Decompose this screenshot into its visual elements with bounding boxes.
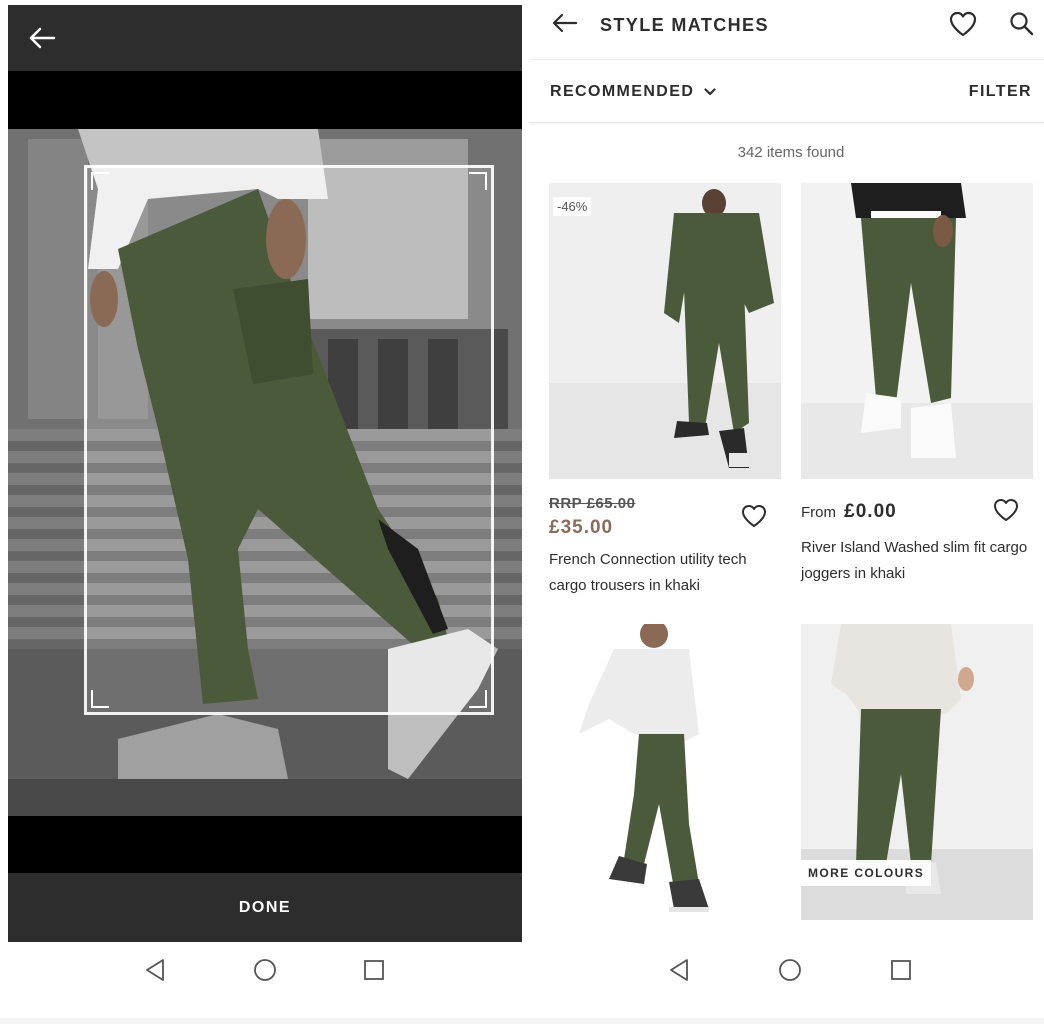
system-navigation-bar <box>0 942 1044 1018</box>
style-matches-screen: STYLE MATCHES RECOMMENDED FILTER 342 ite… <box>530 0 1044 942</box>
discount-badge: -46% <box>553 197 592 216</box>
more-colours-label: MORE COLOURS <box>801 860 932 886</box>
arrow-left-icon[interactable] <box>550 8 580 38</box>
done-label: DONE <box>238 898 292 916</box>
product-name[interactable]: French Connection utility tech cargo tro… <box>549 547 779 599</box>
square-recents-icon[interactable] <box>360 956 388 984</box>
product-name[interactable]: River Island Washed slim fit cargo jogge… <box>801 535 1031 587</box>
done-button[interactable]: DONE <box>8 873 522 942</box>
product-image[interactable]: -46% <box>549 183 781 479</box>
circle-home-icon[interactable] <box>776 956 804 984</box>
triangle-back-icon[interactable] <box>142 956 170 984</box>
search-icon[interactable] <box>1008 10 1036 38</box>
crop-handle-bottom-left[interactable] <box>91 690 109 708</box>
sort-dropdown[interactable]: RECOMMENDED <box>550 83 716 101</box>
triangle-back-icon[interactable] <box>666 956 694 984</box>
heart-outline-icon[interactable] <box>740 503 768 529</box>
heart-outline-icon[interactable] <box>992 497 1020 523</box>
sort-label: RECOMMENDED <box>550 83 695 100</box>
sale-price: £35.00 <box>549 517 614 538</box>
rrp-price: RRP £65.00 <box>549 495 636 512</box>
square-recents-icon[interactable] <box>887 956 915 984</box>
arrow-left-icon[interactable] <box>26 23 58 53</box>
product-image[interactable] <box>549 624 781 920</box>
circle-home-icon[interactable] <box>251 956 279 984</box>
product-image[interactable] <box>801 183 1033 479</box>
items-found-count: 342 items found <box>737 144 845 161</box>
app-header: STYLE MATCHES <box>530 0 1044 60</box>
heart-outline-icon[interactable] <box>948 10 978 38</box>
price-value: £0.00 <box>844 501 897 522</box>
product-image[interactable]: MORE COLOURS <box>801 624 1033 920</box>
crop-handle-bottom-right[interactable] <box>469 690 487 708</box>
sort-filter-bar: RECOMMENDED FILTER <box>530 61 1044 123</box>
price: From £0.00 <box>801 501 897 523</box>
crop-handle-top-left[interactable] <box>91 172 109 190</box>
crop-toolbar <box>8 5 522 71</box>
filter-button[interactable]: FILTER <box>969 83 1032 101</box>
footer-strip <box>0 1018 1044 1024</box>
page-title: STYLE MATCHES <box>600 15 769 35</box>
chevron-down-icon <box>704 83 716 101</box>
visual-search-panel: DONE <box>8 5 522 942</box>
crop-handle-top-right[interactable] <box>469 172 487 190</box>
price-prefix: From <box>801 504 836 521</box>
crop-frame[interactable] <box>84 165 494 715</box>
